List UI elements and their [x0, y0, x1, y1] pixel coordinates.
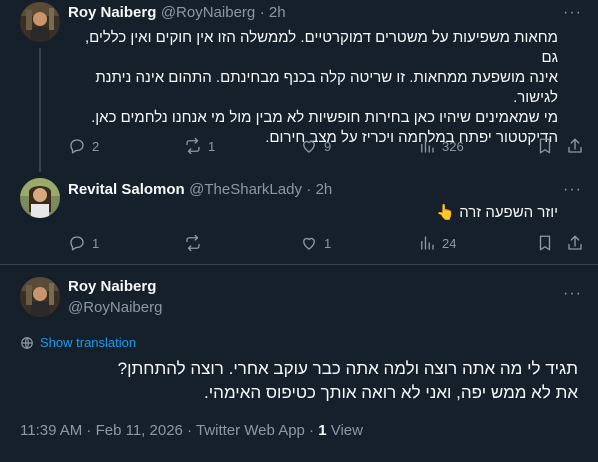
reply-count: 1: [92, 235, 100, 251]
reply-icon: [70, 236, 84, 251]
tweet-line: מי שמאמינים שיהיו כאן בחירות חופשיות לא …: [91, 109, 558, 126]
action-bar: 2 1 9 326: [68, 137, 588, 161]
avatar[interactable]: [20, 277, 60, 317]
views-button[interactable]: 24: [418, 234, 456, 252]
views-count: 326: [442, 138, 464, 154]
views-button[interactable]: 326: [418, 137, 464, 155]
tweet-text: מחאות משפיעות על משטרים דמוקרטיים. לממשל…: [68, 28, 558, 148]
reply-icon: [70, 139, 84, 154]
more-options-icon[interactable]: ···: [563, 4, 582, 22]
action-bar: 1 1 24: [68, 234, 588, 258]
avatar[interactable]: [20, 2, 60, 42]
repost-icon: [186, 137, 200, 155]
tweet-line: תגיד לי מה אתה רוצה ולמה אתה כבר עוקב אח…: [117, 359, 578, 378]
bookmark-button[interactable]: [536, 137, 554, 155]
reply-count: 2: [92, 138, 100, 154]
tweet-text: תגיד לי מה אתה רוצה ולמה אתה כבר עוקב אח…: [18, 357, 578, 405]
like-icon: [303, 237, 315, 250]
bookmark-icon: [539, 138, 551, 154]
views-label: View: [326, 422, 363, 439]
share-button[interactable]: [566, 234, 584, 252]
tweet-1[interactable]: Roy Naiberg @RoyNaiberg · 2h ··· מחאות מ…: [0, 0, 598, 172]
like-icon: [303, 140, 315, 153]
bookmark-button[interactable]: [536, 234, 554, 252]
author-name[interactable]: Revital Salomon: [68, 181, 185, 198]
tweet-text: יוזר השפעה זרה 👆: [436, 204, 558, 221]
share-button[interactable]: [566, 137, 584, 155]
repost-icon: [186, 234, 200, 252]
like-count: 9: [324, 138, 332, 154]
like-button[interactable]: 1: [300, 234, 331, 252]
tweet-line: אינה מושפעת ממחאות. זו שריטה קלה בכנף מב…: [95, 69, 558, 86]
tweet-2[interactable]: Revital Salomon @TheSharkLady · 2h ··· י…: [0, 172, 598, 264]
tweet-line: לגישור.: [513, 89, 558, 106]
views-count: 24: [442, 235, 457, 251]
author-handle[interactable]: @TheSharkLady: [189, 181, 302, 198]
globe-icon: [21, 336, 33, 349]
share-icon: [568, 138, 582, 153]
tweet-line: את לא ממש יפה, ואני לא רואה אותך כטיפוס …: [204, 383, 578, 402]
author-name[interactable]: Roy Naiberg: [68, 278, 156, 295]
views-icon: [421, 236, 434, 250]
thread-line: [39, 48, 41, 172]
reply-button[interactable]: 2: [68, 137, 99, 155]
like-count: 1: [324, 235, 332, 251]
timestamp[interactable]: · 2h: [306, 181, 332, 198]
timestamp[interactable]: · 2h: [260, 4, 286, 21]
timestamp[interactable]: 11:39 AM · Feb 11, 2026 · Twitter Web Ap…: [20, 422, 318, 439]
avatar[interactable]: [20, 178, 60, 218]
repost-button[interactable]: 1: [184, 137, 215, 155]
tweet-meta: 11:39 AM · Feb 11, 2026 · Twitter Web Ap…: [20, 422, 363, 439]
more-options-icon[interactable]: ···: [563, 285, 582, 303]
show-translation-label[interactable]: Show translation: [40, 335, 136, 350]
reply-button[interactable]: 1: [68, 234, 99, 252]
tweet-3-main: Roy Naiberg @RoyNaiberg ··· Show transla…: [0, 265, 598, 462]
like-button[interactable]: 9: [300, 137, 331, 155]
more-options-icon[interactable]: ···: [563, 181, 582, 199]
author-handle[interactable]: @RoyNaiberg: [161, 4, 255, 21]
share-icon: [568, 235, 582, 250]
author-handle[interactable]: @RoyNaiberg: [68, 299, 162, 316]
tweet-line: מחאות משפיעות על משטרים דמוקרטיים. לממשל…: [84, 29, 558, 66]
repost-count: 1: [208, 138, 216, 154]
author-name[interactable]: Roy Naiberg: [68, 4, 156, 21]
views-count: 1: [318, 422, 327, 439]
repost-button[interactable]: [184, 234, 208, 252]
show-translation-link[interactable]: Show translation: [20, 335, 136, 350]
views-icon: [421, 139, 434, 153]
bookmark-icon: [539, 235, 551, 251]
